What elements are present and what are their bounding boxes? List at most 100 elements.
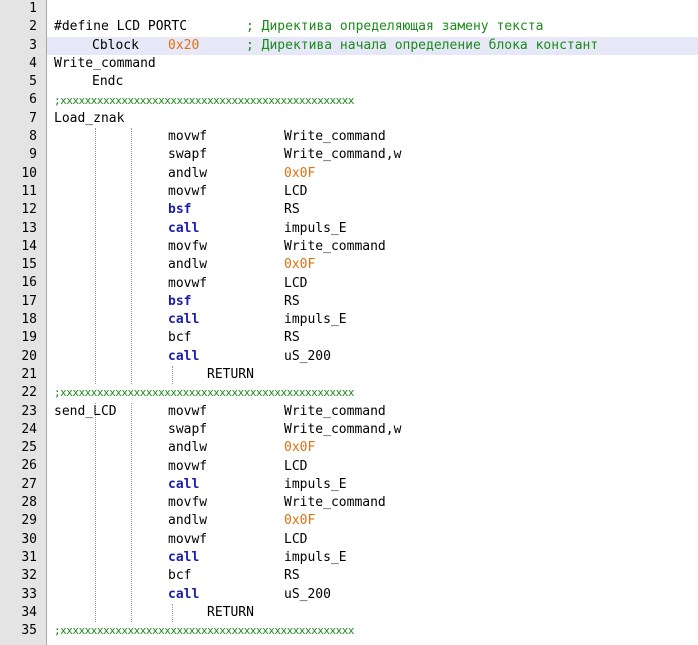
code-line[interactable]: RETURN: [47, 366, 698, 384]
code-line[interactable]: Load_znak: [47, 110, 698, 128]
line-number: 8: [29, 129, 37, 145]
code-token: Write_command,w: [284, 421, 402, 437]
code-line[interactable]: call impuls_E: [47, 220, 698, 238]
code-separator-comment: ;xxxxxxxxxxxxxxxxxxxxxxxxxxxxxxxxxxxxxxx…: [54, 93, 355, 107]
code-line[interactable]: call uS_200: [47, 586, 698, 604]
code-token: impuls_E: [284, 550, 347, 565]
code-line[interactable]: ;xxxxxxxxxxxxxxxxxxxxxxxxxxxxxxxxxxxxxxx…: [47, 622, 698, 640]
code-line[interactable]: andlw 0x0F: [47, 439, 698, 457]
indent-guide: [131, 402, 132, 623]
code-line[interactable]: bsf RS: [47, 201, 698, 219]
code-keyword: bsf: [168, 293, 192, 309]
code-line[interactable]: call impuls_E: [47, 549, 698, 567]
code-token: movfw: [168, 495, 208, 511]
code-number: 0x20: [168, 37, 200, 53]
line-number: 18: [21, 312, 37, 328]
indent-guide: [131, 128, 132, 385]
code-token: Endc: [92, 74, 124, 90]
line-number: 19: [21, 330, 37, 346]
code-line[interactable]: andlw 0x0F: [47, 512, 698, 530]
code-number: 0x0F: [284, 440, 316, 456]
code-line[interactable]: bsf RS: [47, 293, 698, 311]
code-token: movwf: [168, 184, 208, 199]
line-numbers: 1 2 3 4 5 6 7 8 9 10 11 12 13 14 15 16 17 18 19 20 21 22 23 24 2…: [0, 0, 46, 640]
code-separator-comment: ;xxxxxxxxxxxxxxxxxxxxxxxxxxxxxxxxxxxxxxx…: [54, 386, 355, 400]
code-line[interactable]: call impuls_E: [47, 311, 698, 329]
code-keyword: call: [168, 586, 200, 602]
indent-guide: [172, 366, 173, 385]
code-token: bcf: [168, 330, 192, 346]
code-token: LCD: [284, 184, 308, 199]
line-number-gutter: 1 2 3 4 5 6 7 8 9 10 11 12 13 14 15 16 17 18 19 20 21 22 23 24 2…: [0, 0, 47, 645]
code-line[interactable]: ;xxxxxxxxxxxxxxxxxxxxxxxxxxxxxxxxxxxxxxx…: [47, 384, 698, 402]
code-token: andlw: [168, 440, 208, 456]
code-token: uS_200: [284, 348, 331, 364]
code-line-current[interactable]: Cblock 0x20 ; Директива начала определение…: [47, 36, 698, 55]
line-number: 24: [21, 421, 37, 437]
line-number: 22: [21, 385, 37, 401]
code-line[interactable]: movwf LCD: [47, 183, 698, 201]
code-line[interactable]: movfw Write_command: [47, 238, 698, 256]
line-number: 30: [21, 531, 37, 547]
code-line[interactable]: #define LCD PORTC ; Директива определяюща…: [47, 18, 698, 36]
code-token: Cblock: [92, 37, 139, 53]
code-token: movwf: [168, 531, 208, 547]
code-token: movwf: [168, 129, 208, 145]
code-line[interactable]: ;xxxxxxxxxxxxxxxxxxxxxxxxxxxxxxxxxxxxxxx…: [47, 92, 698, 110]
code-line[interactable]: call uS_200: [47, 348, 698, 366]
code-separator-comment: ;xxxxxxxxxxxxxxxxxxxxxxxxxxxxxxxxxxxxxxx…: [54, 624, 355, 638]
code-line[interactable]: bcf RS: [47, 329, 698, 347]
line-number: 33: [21, 586, 37, 602]
code-line[interactable]: movwf LCD: [47, 275, 698, 293]
line-number: 4: [29, 55, 37, 71]
code-line[interactable]: movwf LCD: [47, 458, 698, 476]
code-keyword: bsf: [168, 202, 192, 218]
indent-guide: [95, 128, 96, 385]
code-line[interactable]: bcf RS: [47, 567, 698, 585]
line-number: 14: [21, 238, 37, 254]
code-line[interactable]: swapf Write_command,w: [47, 146, 698, 164]
code-token: RS: [284, 568, 300, 584]
code-line[interactable]: Write_command: [47, 55, 698, 73]
code-token: andlw: [168, 513, 208, 529]
code-token: Load_znak: [54, 110, 125, 126]
code-token: RS: [284, 330, 300, 346]
line-number: 28: [21, 495, 37, 511]
line-number: 13: [21, 220, 37, 236]
code-line[interactable]: movwf Write_command: [47, 128, 698, 146]
code-token: Write_command,w: [284, 147, 402, 163]
code-token: Write_command: [284, 238, 386, 254]
code-token: LCD: [284, 458, 308, 474]
code-line[interactable]: [47, 0, 698, 18]
code-text-area[interactable]: #define LCD PORTC ; Директива определяюща…: [47, 0, 698, 645]
line-number: 35: [21, 623, 37, 639]
line-number: 23: [21, 403, 37, 419]
code-keyword: call: [168, 476, 200, 492]
line-number: 12: [21, 202, 37, 218]
code-line[interactable]: RETURN: [47, 604, 698, 622]
indent-guide: [172, 603, 173, 623]
line-number: 5: [29, 74, 37, 90]
code-line[interactable]: Endc: [47, 73, 698, 91]
code-line[interactable]: swapf Write_command,w: [47, 421, 698, 439]
code-number: 0x0F: [284, 513, 316, 529]
code-line[interactable]: andlw 0x0F: [47, 165, 698, 183]
code-token: swapf: [168, 421, 208, 437]
code-line[interactable]: call impuls_E: [47, 476, 698, 494]
line-number: 9: [29, 147, 37, 163]
line-number: 26: [21, 458, 37, 474]
code-token: Write_command: [54, 55, 156, 71]
code-token: RETURN: [207, 367, 254, 382]
code-line[interactable]: send_LCD movwf Write_command: [47, 403, 698, 421]
code-token: RETURN: [207, 604, 254, 620]
code-line[interactable]: movfw Write_command: [47, 494, 698, 512]
code-keyword: call: [168, 348, 200, 364]
code-line[interactable]: andlw 0x0F: [47, 256, 698, 274]
code-token: impuls_E: [284, 220, 347, 236]
line-number: 10: [21, 165, 37, 181]
code-token: Write_command: [284, 495, 386, 511]
code-token: send_LCD: [54, 403, 117, 419]
code-line[interactable]: movwf LCD: [47, 531, 698, 549]
code-editor[interactable]: 1 2 3 4 5 6 7 8 9 10 11 12 13 14 15 16 17 18 19 20 21 22 23 24 2…: [0, 0, 698, 645]
line-number: 2: [29, 19, 37, 35]
